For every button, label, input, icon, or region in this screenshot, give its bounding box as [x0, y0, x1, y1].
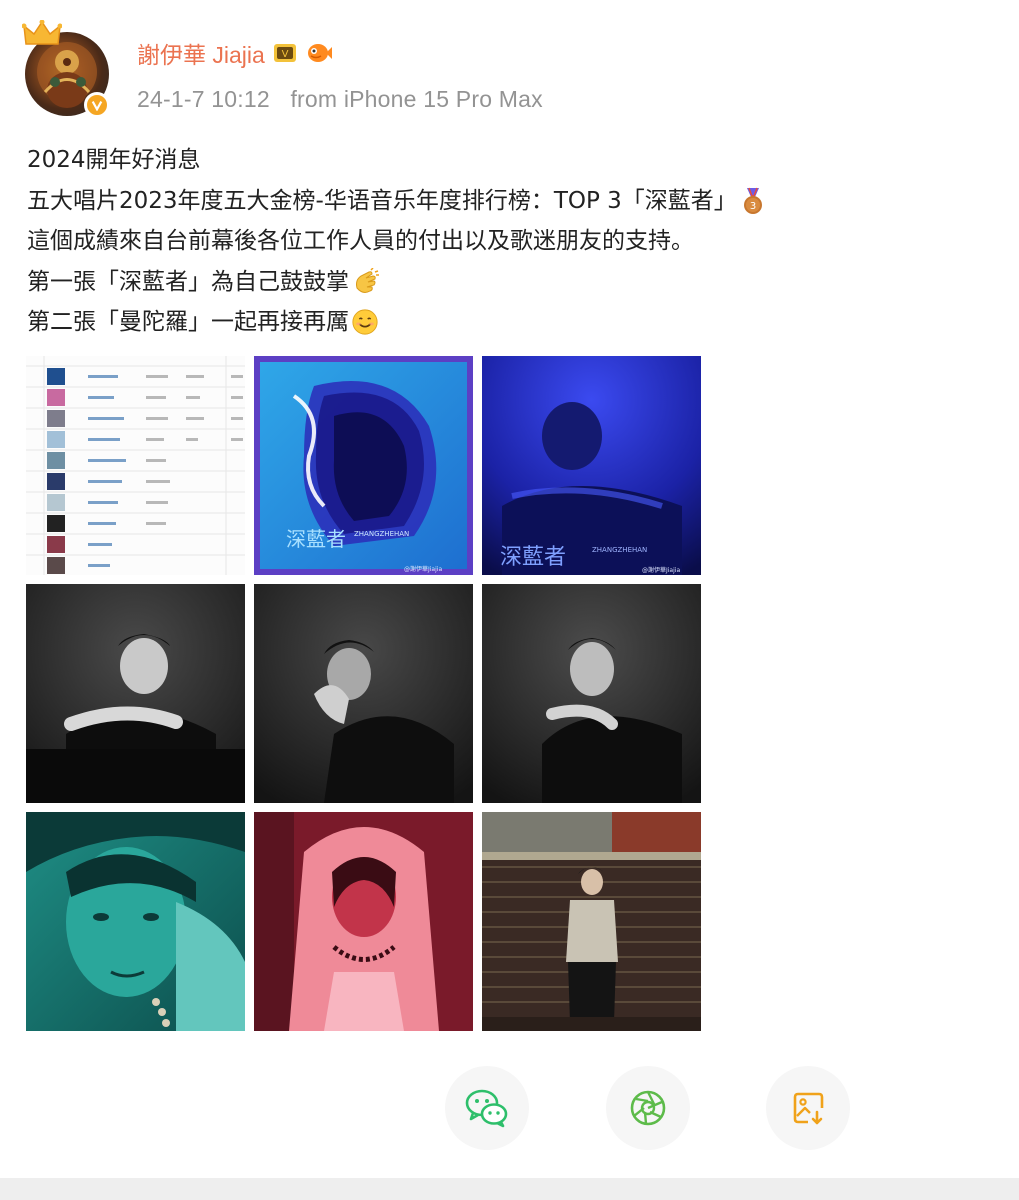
post-line-5: 第二張「曼陀羅」一起再接再厲	[27, 302, 987, 343]
teal-portrait[interactable]	[26, 812, 245, 1031]
post-body: 2024開年好消息 五大唱片2023年度五大金榜-华语音乐年度排行榜：TOP 3…	[27, 140, 987, 343]
bw-portrait-1[interactable]	[26, 584, 245, 803]
bottom-divider	[0, 1178, 1019, 1200]
bw-portrait-2[interactable]	[254, 584, 473, 803]
crown-icon	[22, 20, 62, 45]
post-line-2: 五大唱片2023年度五大金榜-华语音乐年度排行榜：TOP 3「深藍者」 3	[27, 181, 987, 222]
bw-portrait-3[interactable]	[482, 584, 701, 803]
cover-title: 深藍者	[286, 527, 346, 551]
post-source: from iPhone 15 Pro Max	[290, 86, 543, 112]
post-line-3: 這個成績來自台前幕後各位工作人員的付出以及歌迷朋友的支持。	[27, 221, 987, 262]
cover-artist: ZHANGZHEHAN	[354, 530, 409, 538]
post-line-text: 第二張「曼陀羅」一起再接再厲	[27, 309, 349, 335]
post-line-text: 2024開年好消息	[27, 147, 201, 173]
album-cover-blue[interactable]: 深藍者 ZHANGZHEHAN @謝伊華Jiajia	[254, 356, 473, 575]
image-grid: 深藍者 ZHANGZHEHAN @謝伊華Jiajia 深藍者 ZHANGZHEH…	[26, 356, 702, 1032]
album-photo-blue[interactable]: 深藍者 ZHANGZHEHAN @謝伊華Jiajia	[482, 356, 701, 575]
street-shutter-portrait[interactable]	[482, 812, 701, 1031]
avatar-container[interactable]	[22, 20, 112, 118]
post-line-1: 2024開年好消息	[27, 140, 987, 181]
username[interactable]: 謝伊華 Jiajia	[137, 36, 265, 70]
post-line-4: 第一張「深藍者」為自己鼓鼓掌	[27, 262, 987, 303]
cover-title: 深藍者	[500, 545, 566, 570]
vip-badge-icon[interactable]: V	[273, 41, 297, 65]
save-image-icon	[793, 1092, 824, 1125]
chart-ranking-screenshot[interactable]	[26, 356, 245, 575]
bronze-medal-icon: 3	[743, 187, 762, 214]
post-timestamp: 24-1-7 10:12	[137, 86, 270, 112]
svg-text:3: 3	[750, 201, 756, 212]
post-line-text: 第一張「深藍者」為自己鼓鼓掌	[27, 268, 349, 295]
verified-badge-icon	[84, 92, 110, 118]
image-watermark: @謝伊華Jiajia	[642, 566, 680, 574]
svg-text:V: V	[281, 49, 288, 60]
share-wechat-button[interactable]	[445, 1066, 529, 1150]
clapping-hands-icon	[356, 267, 379, 293]
post-line-text: 五大唱片2023年度五大金榜-华语音乐年度排行榜：TOP 3「深藍者」	[27, 187, 737, 214]
fish-badge-icon[interactable]	[305, 41, 333, 65]
username-row: 謝伊華 Jiajia V	[137, 36, 333, 70]
post-line-text: 這個成績來自台前幕後各位工作人員的付出以及歌迷朋友的支持。	[27, 228, 694, 254]
red-hoodie-portrait[interactable]	[254, 812, 473, 1031]
cover-artist: ZHANGZHEHAN	[592, 546, 647, 554]
save-image-button[interactable]	[766, 1066, 850, 1150]
post-meta: 24-1-7 10:12 from iPhone 15 Pro Max	[137, 86, 543, 113]
smiling-face-icon	[352, 309, 378, 335]
moments-icon	[630, 1090, 666, 1126]
wechat-icon	[465, 1089, 508, 1128]
share-moments-button[interactable]	[606, 1066, 690, 1150]
weibo-post-card: 謝伊華 Jiajia V 24-1-7 10:12 from iPhone 15…	[0, 0, 1019, 1178]
image-watermark: @謝伊華Jiajia	[404, 565, 442, 573]
